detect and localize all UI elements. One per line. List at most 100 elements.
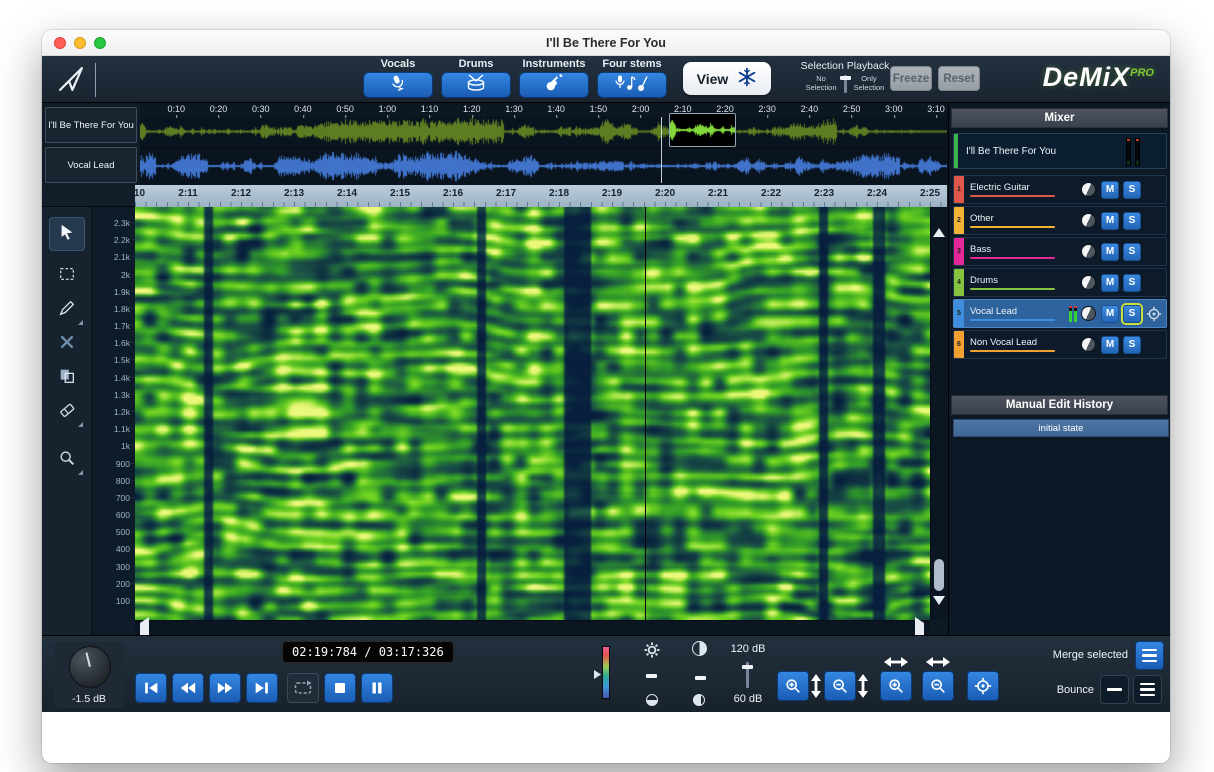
saturation-icon[interactable]	[693, 694, 705, 706]
instruments-stem-button[interactable]	[519, 72, 589, 98]
zoom-out-horizontal-button[interactable]	[922, 671, 954, 701]
mute-button[interactable]: M	[1101, 336, 1119, 354]
ruler-tick-label: 0:40	[294, 104, 312, 114]
db-range-slider[interactable]	[746, 662, 749, 688]
selection-playback-slider-thumb[interactable]	[840, 76, 851, 80]
pan-knob[interactable]	[1081, 182, 1096, 197]
merge-selected-label: Merge selected	[1042, 649, 1128, 661]
mixer-track-row[interactable]: 6 Non Vocal Lead M S	[953, 330, 1167, 359]
scroll-up-button[interactable]	[933, 211, 945, 229]
color-map-slider[interactable]	[602, 646, 610, 699]
solo-button[interactable]: S	[1123, 212, 1141, 230]
horizontal-scrollbar[interactable]	[135, 620, 930, 635]
mixer-track-row[interactable]: 2 Other M S	[953, 206, 1167, 235]
zoom-in-vertical-button[interactable]	[777, 671, 809, 701]
gain-slider-thumb[interactable]	[646, 674, 657, 678]
mute-button[interactable]: M	[1101, 243, 1119, 261]
spectrogram-canvas[interactable]	[135, 207, 930, 620]
frequency-axis: 2.3k2.2k2.1k2k1.9k1.8k1.7k1.6k1.5k1.4k1.…	[92, 207, 135, 635]
zoom-out-icon	[929, 677, 947, 695]
history-item[interactable]: initial state	[953, 419, 1169, 437]
merge-menu-button[interactable]	[1135, 641, 1164, 670]
zoom-out-vertical-button[interactable]	[824, 671, 856, 701]
settings-gear-button[interactable]	[644, 642, 660, 663]
eraser-tool-button[interactable]	[49, 395, 85, 429]
master-track[interactable]: I'll Be There For You	[953, 133, 1167, 169]
skip-to-start-button[interactable]	[135, 673, 167, 703]
up-arrow-icon	[933, 211, 945, 237]
overview-track2-label: Vocal Lead	[45, 147, 137, 183]
fast-forward-button[interactable]	[209, 673, 241, 703]
mute-button[interactable]: M	[1101, 305, 1119, 323]
solo-button[interactable]: S	[1123, 181, 1141, 199]
skip-to-end-button[interactable]	[246, 673, 278, 703]
marquee-tool-button[interactable]	[49, 259, 85, 293]
vertical-scrollbar[interactable]	[930, 207, 947, 620]
db-slider-thumb[interactable]	[742, 665, 753, 669]
zoom-time-ruler[interactable]: 2:102:112:122:132:142:152:162:172:182:19…	[135, 185, 947, 207]
mute-button[interactable]: M	[1101, 212, 1119, 230]
zoom-tool-button[interactable]	[49, 443, 85, 477]
rewind-button[interactable]	[172, 673, 204, 703]
extract-tool-button[interactable]	[49, 361, 85, 395]
marquee-tool-icon	[58, 265, 76, 288]
mixer-track-row[interactable]: 5 Vocal Lead M S	[953, 299, 1167, 328]
solo-button[interactable]: S	[1123, 305, 1141, 323]
overview-selection-box[interactable]	[669, 113, 736, 147]
hamburger-icon	[1142, 649, 1157, 663]
pen-tool-button[interactable]	[49, 293, 85, 327]
mixer-track-row[interactable]: 4 Drums M S	[953, 268, 1167, 297]
zoom-in-horizontal-button[interactable]	[880, 671, 912, 701]
volume-knob[interactable]	[69, 646, 111, 688]
loop-button[interactable]	[287, 673, 319, 703]
contrast-slider-thumb[interactable]	[695, 676, 706, 680]
mixer-track-row[interactable]: 3 Bass M S	[953, 237, 1167, 266]
overview-playhead[interactable]	[661, 117, 662, 183]
pan-knob[interactable]	[1081, 337, 1096, 352]
scroll-down-button[interactable]	[933, 605, 945, 623]
delete-tool-button[interactable]	[49, 327, 85, 361]
solo-button[interactable]: S	[1123, 274, 1141, 292]
zoom-to-selection-button[interactable]	[967, 671, 999, 701]
pan-knob[interactable]	[1081, 275, 1096, 290]
stop-button[interactable]	[324, 673, 356, 703]
overview-waveform-track1[interactable]	[140, 117, 947, 146]
view-button[interactable]: View	[683, 62, 771, 95]
track-name-wrap: Vocal Lead	[964, 306, 1069, 321]
freeze-button[interactable]: Freeze	[890, 66, 932, 91]
selection-playback-slider[interactable]	[844, 75, 847, 93]
cursor-tool-icon	[58, 223, 76, 246]
track-name-wrap: Other	[964, 213, 1069, 228]
bounce-minus-button[interactable]	[1100, 675, 1129, 704]
solo-button[interactable]: S	[1123, 336, 1141, 354]
pan-knob[interactable]	[1081, 306, 1096, 321]
pan-knob[interactable]	[1081, 244, 1096, 259]
edit-history-header: Manual Edit History	[951, 395, 1168, 415]
brightness-icon[interactable]	[646, 694, 658, 706]
zoom-ruler-tick-label: 2:22	[761, 188, 781, 199]
color-map-marker[interactable]	[594, 666, 601, 684]
solo-button[interactable]: S	[1123, 243, 1141, 261]
reset-button[interactable]: Reset	[938, 66, 980, 91]
frequency-label: 1.9k	[114, 287, 130, 297]
solo-focus-button[interactable]	[1145, 305, 1163, 323]
pan-knob[interactable]	[1081, 213, 1096, 228]
mute-button[interactable]: M	[1101, 274, 1119, 292]
drums-stem-button[interactable]	[441, 72, 511, 98]
contrast-icon[interactable]	[692, 641, 707, 656]
cursor-tool-button[interactable]	[49, 217, 85, 251]
vertical-scroll-thumb[interactable]	[934, 559, 944, 591]
stem-label-instruments: Instruments	[519, 58, 589, 70]
mute-button[interactable]: M	[1101, 181, 1119, 199]
four-stems-button[interactable]	[597, 72, 667, 98]
spectrogram-view[interactable]	[135, 207, 930, 620]
mixer-track-row[interactable]: 1 Electric Guitar M S	[953, 175, 1167, 204]
mixer-panel: Mixer I'll Be There For You 1 Electric G…	[948, 103, 1170, 635]
hamburger-icon	[1140, 683, 1155, 697]
bounce-menu-button[interactable]	[1133, 675, 1162, 704]
overview-waveform-track2[interactable]	[140, 149, 947, 183]
vocals-stem-button[interactable]	[363, 72, 433, 98]
track-number-tab: 6	[954, 331, 964, 358]
overview-time-ruler[interactable]: 0:100:200:300:400:501:001:101:201:301:40…	[140, 103, 947, 117]
pause-button[interactable]	[361, 673, 393, 703]
